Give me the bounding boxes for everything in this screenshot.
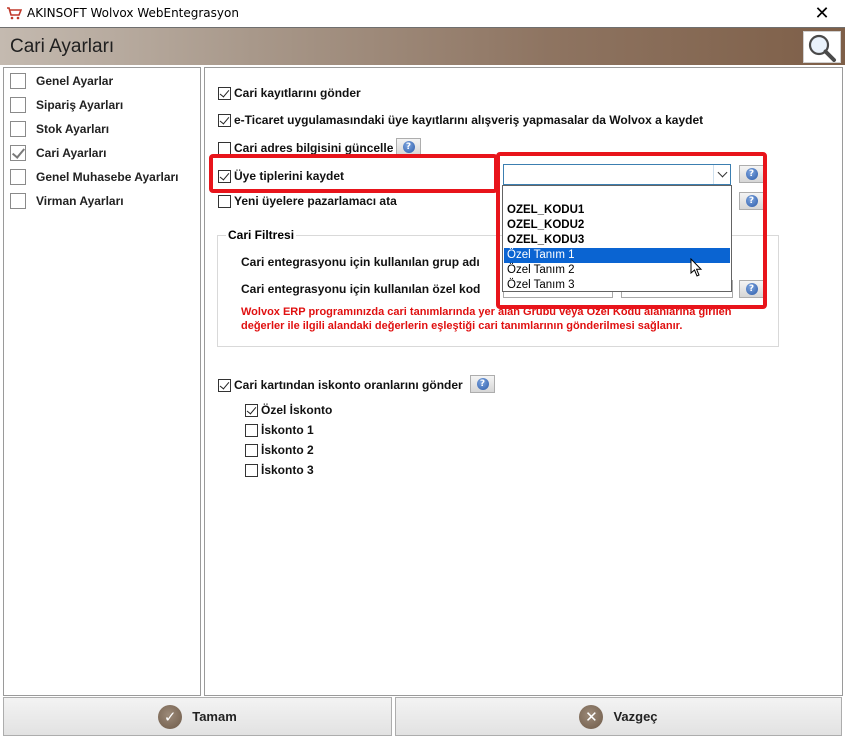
group-name-label: Cari entegrasyonu için kullanılan grup a… [241, 255, 480, 269]
send-accounts-option[interactable]: Cari kayıtlarını gönder [218, 84, 361, 102]
special-code-label: Cari entegrasyonu için kullanılan özel k… [241, 282, 481, 296]
discount-label: Cari kartından iskonto oranlarını gönder [234, 378, 463, 392]
discount-item-label: İskonto 1 [261, 423, 314, 437]
title-bar: AKINSOFT Wolvox WebEntegrasyon ✕ [0, 0, 845, 27]
settings-sidebar: Genel Ayarlar Sipariş Ayarları Stok Ayar… [3, 67, 201, 696]
sidebar-item-cari-ayarlari[interactable]: Cari Ayarları [10, 144, 106, 162]
sidebar-item-label: Genel Ayarlar [36, 74, 114, 88]
close-button[interactable]: ✕ [799, 0, 845, 27]
sidebar-item-virman-ayarlari[interactable]: Virman Ayarları [10, 192, 124, 210]
save-members-option[interactable]: e-Ticaret uygulamasındaki üye kayıtların… [218, 111, 703, 129]
discount-item-checkbox[interactable] [245, 403, 258, 417]
dropdown-option[interactable]: Özel Tanım 3 [504, 278, 730, 293]
help-icon: ? [402, 141, 415, 153]
filter-warning-text: Wolvox ERP programınızda cari tanımların… [241, 305, 771, 333]
help-icon: ? [476, 378, 489, 390]
send-accounts-label: Cari kayıtlarını gönder [234, 86, 361, 100]
search-button[interactable] [803, 31, 841, 63]
sidebar-checkbox[interactable] [10, 169, 26, 185]
sidebar-item-label: Stok Ayarları [36, 122, 110, 136]
page-title: Cari Ayarları [10, 36, 115, 57]
discount-item-label: İskonto 2 [261, 443, 314, 457]
sidebar-checkbox[interactable] [10, 193, 26, 209]
discount-help-button[interactable]: ? [470, 375, 495, 393]
warning-line-2: değerler ile ilgili alandaki değerlerin … [241, 320, 683, 332]
sidebar-item-label: Virman Ayarları [36, 194, 124, 208]
save-members-checkbox[interactable] [218, 113, 231, 127]
ok-button-label: Tamam [192, 709, 237, 724]
sidebar-item-label: Genel Muhasebe Ayarları [36, 170, 179, 184]
mouse-cursor-icon [690, 258, 703, 277]
page-header: Cari Ayarları [0, 27, 845, 65]
sidebar-item-label: Sipariş Ayarları [36, 98, 124, 112]
new-member-seller-checkbox[interactable] [218, 194, 231, 208]
save-members-label: e-Ticaret uygulamasındaki üye kayıtların… [234, 113, 704, 127]
discount-item-label: Özel İskonto [261, 403, 333, 417]
sidebar-checkbox[interactable] [10, 121, 26, 137]
sidebar-item-stok-ayarlari[interactable]: Stok Ayarları [10, 120, 109, 138]
discount-item-checkbox[interactable] [245, 463, 258, 477]
cancel-button-label: Vazgeç [613, 709, 658, 724]
checkmark-icon: ✓ [158, 704, 183, 729]
sidebar-checkbox[interactable] [10, 97, 26, 113]
cancel-x-icon: ✕ [579, 704, 604, 729]
dropdown-option[interactable]: OZEL_KODU3 [504, 233, 730, 248]
sidebar-item-label: Cari Ayarları [36, 146, 107, 160]
dropdown-option[interactable]: OZEL_KODU1 [504, 203, 730, 218]
app-cart-icon [7, 7, 22, 20]
discount-option[interactable]: Cari kartından iskonto oranlarını gönder [218, 376, 463, 394]
update-address-checkbox[interactable] [218, 141, 231, 155]
sidebar-checkbox[interactable] [10, 145, 26, 161]
update-address-label: Cari adres bilgisini güncelle [234, 141, 394, 155]
sidebar-checkbox[interactable] [10, 73, 26, 89]
account-filter-legend: Cari Filtresi [226, 228, 297, 242]
send-accounts-checkbox[interactable] [218, 86, 231, 100]
discount-item-label: İskonto 3 [261, 463, 314, 477]
dropdown-option[interactable]: OZEL_KODU2 [504, 218, 730, 233]
highlight-box-checkbox [209, 154, 498, 193]
sidebar-item-genel-ayarlar[interactable]: Genel Ayarlar [10, 72, 113, 90]
settings-panel: Cari kayıtlarını gönder e-Ticaret uygula… [204, 67, 843, 696]
sidebar-item-siparis-ayarlari[interactable]: Sipariş Ayarları [10, 96, 123, 114]
cancel-button[interactable]: ✕ Vazgeç [395, 697, 842, 736]
discount-item-checkbox[interactable] [245, 423, 258, 437]
discount-item-iskonto-1[interactable]: İskonto 1 [245, 421, 314, 439]
window-title: AKINSOFT Wolvox WebEntegrasyon [27, 6, 239, 20]
discount-item-iskonto-2[interactable]: İskonto 2 [245, 441, 314, 459]
new-member-seller-option[interactable]: Yeni üyelere pazarlamacı ata [218, 192, 397, 210]
ok-button[interactable]: ✓ Tamam [3, 697, 392, 736]
discount-item-iskonto-3[interactable]: İskonto 3 [245, 461, 314, 479]
discount-item-checkbox[interactable] [245, 443, 258, 457]
discount-checkbox[interactable] [218, 378, 231, 392]
discount-item-ozel-iskonto[interactable]: Özel İskonto [245, 401, 332, 419]
magnifier-icon [808, 34, 836, 62]
sidebar-item-genel-muhasebe-ayarlari[interactable]: Genel Muhasebe Ayarları [10, 168, 179, 186]
new-member-seller-label: Yeni üyelere pazarlamacı ata [234, 194, 397, 208]
